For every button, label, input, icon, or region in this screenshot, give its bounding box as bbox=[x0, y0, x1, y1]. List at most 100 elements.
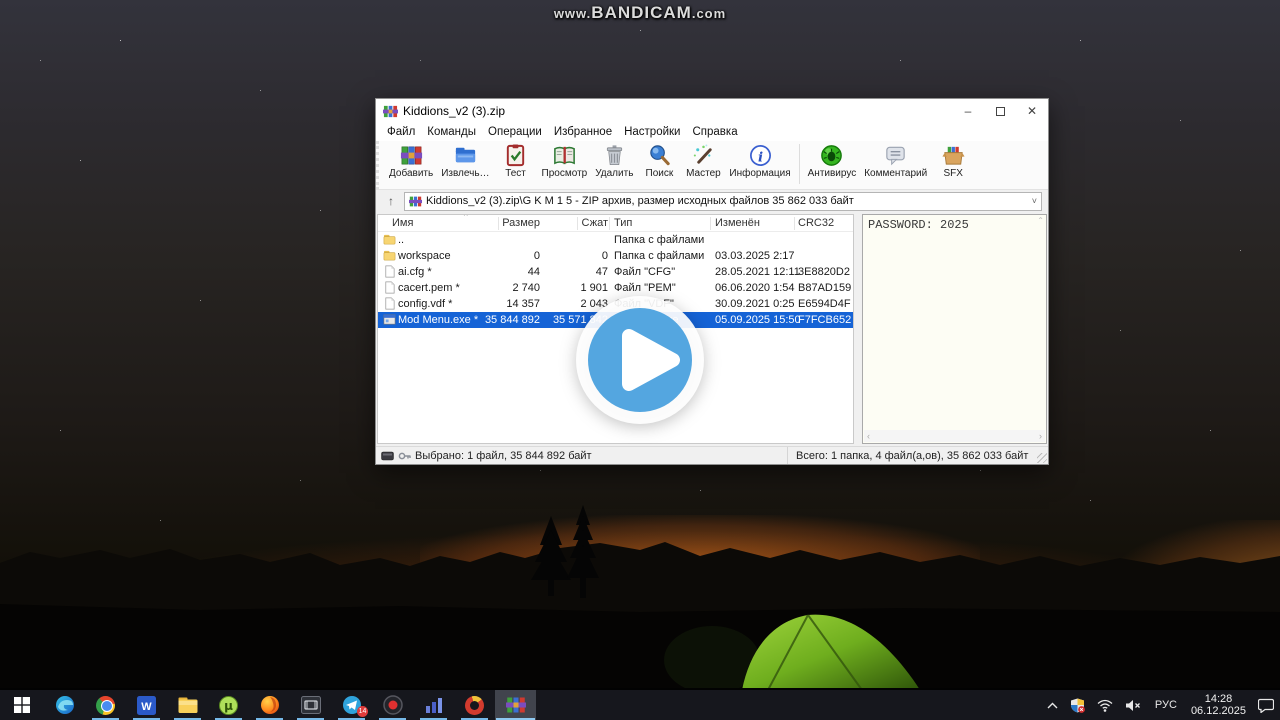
disk-icon[interactable] bbox=[381, 451, 394, 461]
record-icon bbox=[382, 695, 403, 715]
taskbar-video-window[interactable] bbox=[290, 690, 331, 720]
svg-text:i: i bbox=[757, 149, 762, 165]
add-archive-icon bbox=[400, 146, 422, 165]
taskbar-edge[interactable] bbox=[44, 690, 85, 720]
speaker-muted-icon bbox=[1125, 699, 1140, 711]
chevron-up-icon bbox=[1047, 702, 1058, 708]
resize-grip[interactable] bbox=[1037, 453, 1047, 463]
scroll-up-icon[interactable]: ⌃ bbox=[1037, 216, 1044, 225]
menu-settings[interactable]: Настройки bbox=[618, 126, 686, 138]
scroll-left-icon[interactable]: ‹ bbox=[867, 431, 870, 441]
minimize-button[interactable]: – bbox=[952, 99, 984, 123]
bar-chart-icon bbox=[425, 698, 442, 713]
winrar-icon bbox=[505, 697, 526, 713]
file-modified: 30.09.2021 0:25 bbox=[715, 298, 795, 310]
header-crc32[interactable]: CRC32 bbox=[798, 215, 853, 232]
clock[interactable]: 14:28 06.12.2025 bbox=[1185, 693, 1252, 717]
tray-defender[interactable] bbox=[1064, 690, 1091, 720]
action-center-button[interactable] bbox=[1252, 690, 1280, 720]
table-row-workspace[interactable]: workspace 0 0 Папка с файлами 03.03.2025… bbox=[378, 248, 853, 264]
antivirus-icon bbox=[821, 145, 843, 166]
file-size: 35 844 892 bbox=[484, 314, 540, 326]
svg-text:W: W bbox=[141, 701, 152, 713]
add-button[interactable]: Добавить bbox=[385, 141, 437, 189]
delete-button[interactable]: Удалить bbox=[591, 141, 637, 189]
folder-icon bbox=[383, 250, 396, 261]
menu-favorites[interactable]: Избранное bbox=[548, 126, 618, 138]
header-size[interactable]: Размер bbox=[418, 215, 540, 232]
table-row-aicfg[interactable]: ai.cfg * 44 47 Файл "CFG" 28.05.2021 12:… bbox=[378, 264, 853, 280]
status-total-text: Всего: 1 папка, 4 файл(а,ов), 35 862 033… bbox=[796, 449, 1029, 462]
test-clipboard-icon bbox=[506, 144, 525, 167]
up-directory-button[interactable]: ↑ bbox=[378, 192, 404, 210]
sfx-label: SFX bbox=[943, 168, 963, 179]
taskbar-firefox[interactable] bbox=[249, 690, 290, 720]
header-type[interactable]: Тип bbox=[614, 215, 712, 232]
test-button[interactable]: Тест bbox=[494, 141, 538, 189]
search-button[interactable]: Поиск bbox=[637, 141, 681, 189]
test-label: Тест bbox=[505, 168, 526, 179]
column-headers: Имя ⌃ Размер Сжат Тип Изменён CRC32 bbox=[378, 215, 853, 232]
menu-operations[interactable]: Операции bbox=[482, 126, 548, 138]
key-icon[interactable] bbox=[398, 451, 411, 461]
taskbar-word[interactable]: W bbox=[126, 690, 167, 720]
desktop: www.BANDICAM.com Kiddions_v2 (3).zip – ✕… bbox=[0, 0, 1280, 720]
file-modified: 03.03.2025 2:17 bbox=[715, 250, 795, 262]
menu-commands[interactable]: Команды bbox=[421, 126, 482, 138]
delete-trash-icon bbox=[606, 145, 622, 166]
menu-help[interactable]: Справка bbox=[686, 126, 743, 138]
info-icon: i bbox=[749, 145, 771, 166]
file-icon bbox=[385, 281, 395, 294]
table-row-updir[interactable]: .. Папка с файлами bbox=[378, 232, 853, 248]
sfx-button[interactable]: SFX bbox=[931, 141, 975, 189]
header-divider bbox=[710, 217, 711, 230]
scroll-right-icon[interactable]: › bbox=[1039, 431, 1042, 441]
comment-hscrollbar[interactable]: ‹ › bbox=[864, 430, 1045, 442]
taskbar-winrar-active[interactable] bbox=[495, 690, 536, 720]
extract-folder-icon bbox=[455, 147, 475, 163]
file-modified: 05.09.2025 15:50 bbox=[715, 314, 801, 326]
info-button[interactable]: i Информация bbox=[725, 141, 794, 189]
menu-file[interactable]: Файл bbox=[381, 126, 421, 138]
tray-expand-button[interactable] bbox=[1041, 690, 1064, 720]
chevron-down-icon[interactable]: ˅ bbox=[1032, 196, 1037, 206]
file-packed: 47 bbox=[595, 266, 608, 278]
view-button[interactable]: Просмотр bbox=[538, 141, 592, 189]
video-play-overlay[interactable] bbox=[570, 290, 710, 430]
header-name[interactable]: Имя bbox=[392, 215, 413, 232]
watermark-prefix: www. bbox=[553, 6, 592, 21]
file-icon bbox=[385, 297, 395, 310]
status-right: Всего: 1 папка, 4 файл(а,ов), 35 862 033… bbox=[788, 447, 1048, 464]
comment-button[interactable]: Комментарий bbox=[860, 141, 931, 189]
taskbar-telegram[interactable]: 14 bbox=[331, 690, 372, 720]
close-button[interactable]: ✕ bbox=[1016, 99, 1048, 123]
watermark-brand: BANDICAM bbox=[591, 3, 692, 22]
taskbar-explorer[interactable] bbox=[167, 690, 208, 720]
defender-shield-icon bbox=[1070, 698, 1085, 713]
system-tray: РУС 14:28 06.12.2025 bbox=[1041, 690, 1280, 720]
antivirus-button[interactable]: Антивирус bbox=[804, 141, 861, 189]
wizard-button[interactable]: Мастер bbox=[681, 141, 725, 189]
titlebar[interactable]: Kiddions_v2 (3).zip – ✕ bbox=[376, 99, 1048, 123]
start-button[interactable] bbox=[0, 690, 44, 720]
comment-bubble-icon bbox=[886, 146, 905, 166]
header-modified[interactable]: Изменён bbox=[715, 215, 797, 232]
tray-wifi[interactable] bbox=[1091, 690, 1119, 720]
language-indicator[interactable]: РУС bbox=[1147, 690, 1185, 720]
header-divider bbox=[794, 217, 795, 230]
archive-icon bbox=[409, 196, 422, 206]
tray-volume-muted[interactable] bbox=[1119, 690, 1147, 720]
menu-bar: Файл Команды Операции Избранное Настройк… bbox=[376, 123, 1048, 141]
taskbar-chrome[interactable] bbox=[85, 690, 126, 720]
bandicam-watermark: www.BANDICAM.com bbox=[554, 3, 726, 23]
taskbar-stats[interactable] bbox=[413, 690, 454, 720]
address-combobox[interactable]: Kiddions_v2 (3).zip\G K M 1 5 - ZIP архи… bbox=[404, 191, 1042, 211]
taskbar-bandicam-record[interactable] bbox=[372, 690, 413, 720]
taskbar-browser-donut[interactable] bbox=[454, 690, 495, 720]
taskbar: W µ 14 РУС 14:28 06.12.2025 bbox=[0, 690, 1280, 720]
maximize-button[interactable] bbox=[984, 99, 1016, 123]
file-crc: E6594D4F bbox=[798, 298, 851, 310]
search-icon bbox=[650, 145, 670, 166]
extract-button[interactable]: Извлечь… bbox=[437, 141, 493, 189]
taskbar-utorrent[interactable]: µ bbox=[208, 690, 249, 720]
